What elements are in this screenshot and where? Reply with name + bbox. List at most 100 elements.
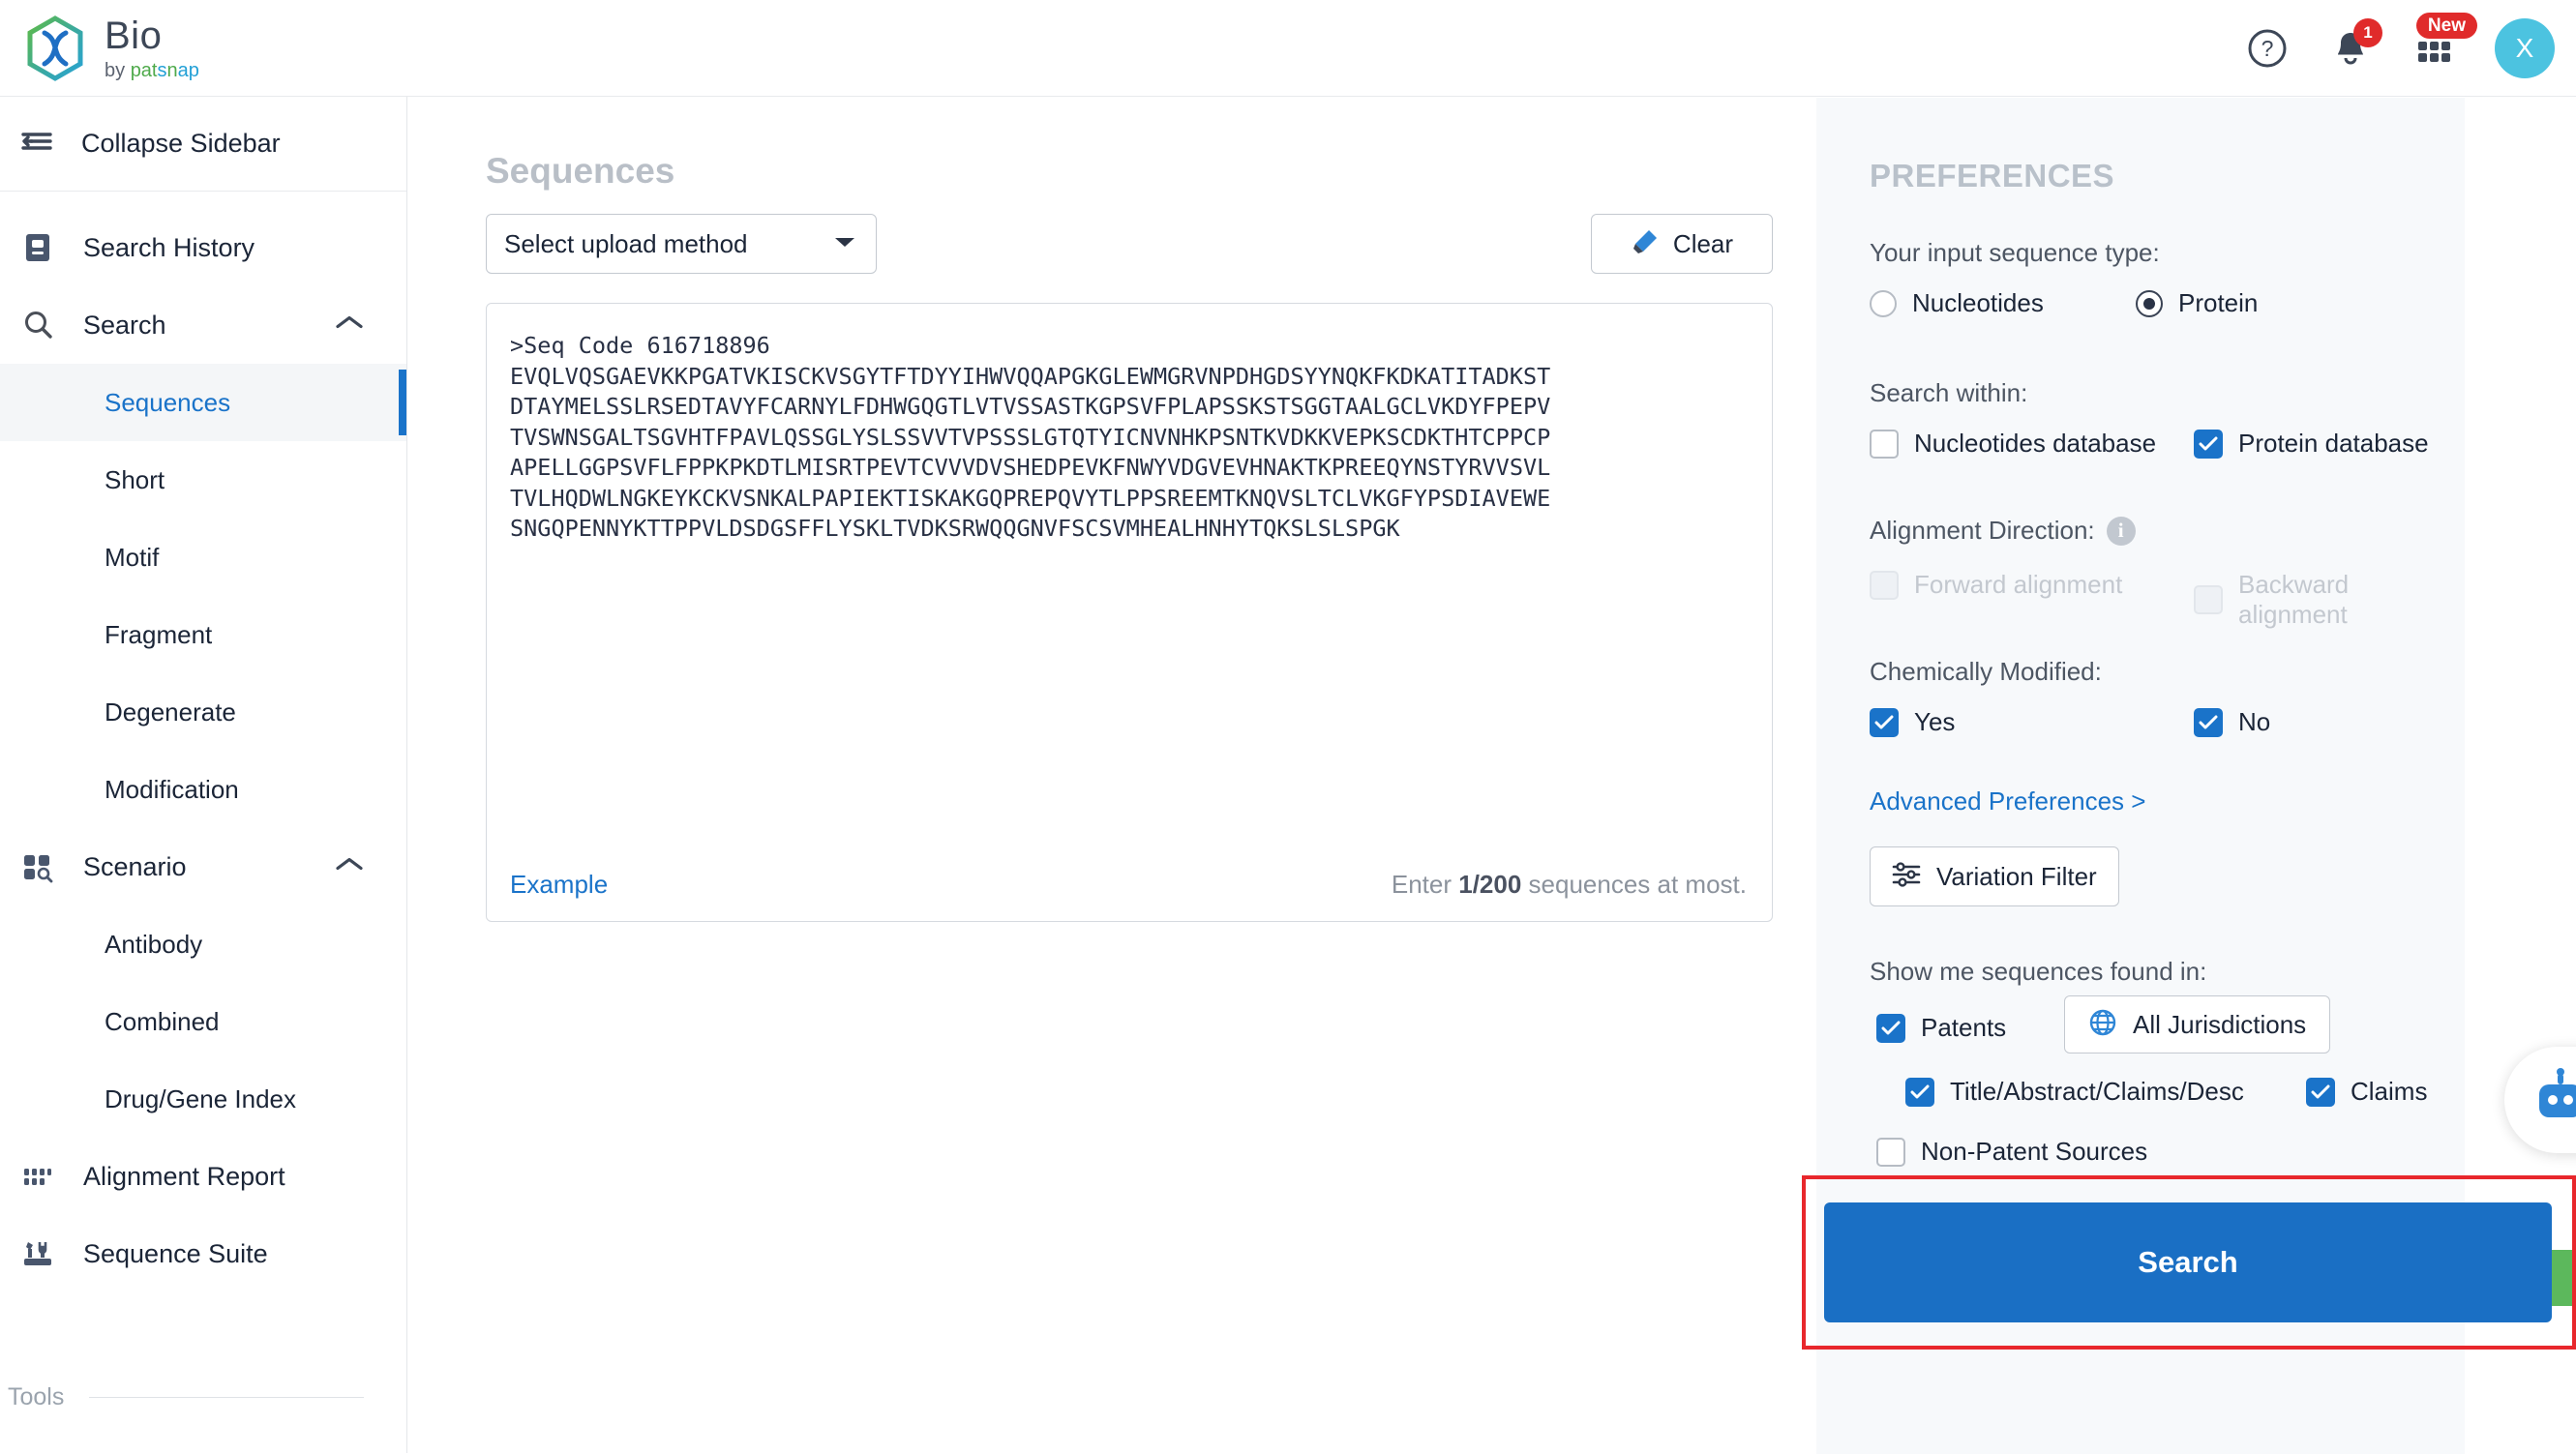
radio-circle-selected-icon bbox=[2136, 289, 2163, 317]
show-me-sequences-label: Show me sequences found in: bbox=[1870, 957, 2207, 986]
sidebar-label: Search History bbox=[83, 232, 255, 262]
checkbox-checked-icon bbox=[1870, 707, 1899, 737]
jurisdictions-label: All Jurisdictions bbox=[2133, 1009, 2307, 1039]
sidebar-item-fragment[interactable]: Fragment bbox=[0, 596, 406, 673]
checkbox-backward-alignment[interactable]: Backward alignment bbox=[2194, 570, 2465, 630]
filter-sliders-icon bbox=[1892, 861, 1921, 892]
upload-toolbar: Select upload method Clear bbox=[486, 214, 1773, 274]
brand-title: Bio bbox=[105, 14, 163, 57]
radio-protein[interactable]: Protein bbox=[2136, 288, 2258, 318]
checkbox-chem-no[interactable]: No bbox=[2194, 707, 2270, 737]
radio-nucleotides[interactable]: Nucleotides bbox=[1870, 288, 2044, 318]
checkbox-forward-alignment[interactable]: Forward alignment bbox=[1870, 570, 2122, 600]
checkbox-title-abstract-claims-desc[interactable]: Title/Abstract/Claims/Desc bbox=[1905, 1077, 2244, 1107]
sidebar-label: Combined bbox=[105, 1006, 220, 1036]
checkbox-nucleotides-database[interactable]: Nucleotides database bbox=[1870, 429, 2156, 459]
page-title: Sequences bbox=[486, 151, 675, 191]
sequence-count-hint: Enter 1/200 sequences at most. bbox=[1392, 870, 1747, 900]
new-feature-badge: New bbox=[2415, 12, 2477, 40]
count-suffix: sequences at most. bbox=[1521, 870, 1747, 899]
sequence-footer: Example Enter 1/200 sequences at most. bbox=[510, 870, 1747, 900]
sidebar-label: Motif bbox=[105, 542, 160, 572]
brand-logo-block[interactable]: Bio by patsnap bbox=[25, 15, 199, 81]
checkbox-chem-yes[interactable]: Yes bbox=[1870, 707, 1955, 737]
chemically-modified-label: Chemically Modified: bbox=[1870, 657, 2102, 686]
variation-filter-label: Variation Filter bbox=[1936, 861, 2097, 891]
advanced-preferences-link[interactable]: Advanced Preferences > bbox=[1870, 786, 2145, 816]
sidebar-group-scenario[interactable]: Scenario bbox=[0, 828, 406, 905]
sidebar-item-sequence-suite[interactable]: Sequence Suite bbox=[0, 1215, 406, 1292]
bio-hexagon-logo-icon bbox=[25, 15, 85, 81]
checkbox-non-patent-sources[interactable]: Non-Patent Sources bbox=[1876, 1137, 2147, 1167]
sidebar-label: Alignment Report bbox=[83, 1161, 285, 1191]
chevron-up-icon[interactable] bbox=[335, 856, 364, 878]
sidebar-label: Antibody bbox=[105, 929, 203, 959]
preferences-title: PREFERENCES bbox=[1870, 158, 2115, 193]
chevron-up-icon[interactable] bbox=[335, 314, 364, 337]
globe-icon bbox=[2088, 1008, 2117, 1042]
clear-button[interactable]: Clear bbox=[1591, 214, 1773, 274]
sidebar-item-motif[interactable]: Motif bbox=[0, 519, 406, 596]
apps-grid-icon[interactable]: New bbox=[2411, 12, 2477, 71]
columns-icon bbox=[21, 1160, 60, 1193]
collapse-sidebar-button[interactable]: Collapse Sidebar bbox=[0, 97, 406, 192]
search-button[interactable]: Search bbox=[1824, 1202, 2552, 1322]
chat-robot-icon bbox=[2539, 1068, 2576, 1117]
sequence-textarea[interactable]: >Seq Code 616718896 EVQLVQSGAEVKKPGATVKI… bbox=[510, 331, 1752, 545]
radio-label: Protein bbox=[2178, 288, 2259, 317]
sidebar-item-short[interactable]: Short bbox=[0, 441, 406, 519]
sidebar-item-sequences[interactable]: Sequences bbox=[0, 364, 406, 441]
checkbox-label: Patents bbox=[1921, 1013, 2007, 1042]
checkbox-patents[interactable]: Patents bbox=[1876, 1013, 2006, 1043]
chevron-down-icon bbox=[831, 233, 858, 255]
checkbox-claims[interactable]: Claims bbox=[2306, 1077, 2427, 1107]
jurisdictions-button[interactable]: All Jurisdictions bbox=[2064, 995, 2331, 1053]
count-prefix: Enter bbox=[1391, 870, 1459, 899]
avatar[interactable]: X bbox=[2495, 17, 2555, 78]
checkbox-icon bbox=[1876, 1137, 1905, 1167]
checkbox-label: Non-Patent Sources bbox=[1921, 1137, 2148, 1166]
sidebar-label: Drug/Gene Index bbox=[105, 1083, 297, 1113]
collapse-sidebar-icon bbox=[21, 127, 58, 161]
radio-circle-icon bbox=[1870, 289, 1897, 317]
checkbox-checked-icon bbox=[1876, 1013, 1905, 1043]
checkbox-label: Backward alignment bbox=[2237, 570, 2350, 629]
info-icon[interactable]: i bbox=[2106, 516, 2136, 546]
checkbox-checked-icon bbox=[2194, 707, 2223, 737]
sidebar-item-search-history[interactable]: Search History bbox=[0, 209, 406, 286]
checkbox-label: No bbox=[2238, 707, 2271, 736]
upload-method-select[interactable]: Select upload method bbox=[486, 214, 877, 274]
sidebar-group-search[interactable]: Search bbox=[0, 286, 406, 364]
app-header: Bio by patsnap ? 1 New X bbox=[0, 0, 2576, 97]
tools-section-label: Tools bbox=[8, 1383, 65, 1410]
magnifier-icon bbox=[21, 309, 60, 341]
upload-method-label: Select upload method bbox=[504, 228, 748, 258]
notifications-bell-icon[interactable]: 1 bbox=[2328, 17, 2382, 71]
sidebar-item-drug-gene-index[interactable]: Drug/Gene Index bbox=[0, 1060, 406, 1138]
sidebar-label: Fragment bbox=[105, 619, 213, 649]
sidebar-item-degenerate[interactable]: Degenerate bbox=[0, 673, 406, 751]
sidebar-item-combined[interactable]: Combined bbox=[0, 983, 406, 1060]
example-link[interactable]: Example bbox=[510, 870, 608, 900]
checkbox-label: Forward alignment bbox=[1914, 570, 2123, 599]
sequence-input-card[interactable]: >Seq Code 616718896 EVQLVQSGAEVKKPGATVKI… bbox=[486, 303, 1773, 922]
sidebar-label: Degenerate bbox=[105, 697, 236, 727]
sidebar-section-tools: Tools bbox=[0, 1383, 406, 1411]
variation-filter-button[interactable]: Variation Filter bbox=[1870, 846, 2119, 906]
sidebar-item-antibody[interactable]: Antibody bbox=[0, 905, 406, 983]
sidebar-label: Sequence Suite bbox=[83, 1238, 268, 1268]
brand-subtitle: by patsnap bbox=[105, 59, 199, 81]
radio-label: Nucleotides bbox=[1912, 288, 2044, 317]
count-value: 1/200 bbox=[1458, 870, 1522, 899]
checkbox-label: Title/Abstract/Claims/Desc bbox=[1950, 1077, 2244, 1106]
sidebar-item-alignment-report[interactable]: Alignment Report bbox=[0, 1138, 406, 1215]
notification-count-badge: 1 bbox=[2353, 17, 2382, 47]
help-icon[interactable]: ? bbox=[2245, 26, 2290, 71]
sidebar-label: Scenario bbox=[83, 851, 187, 881]
input-sequence-type-label: Your input sequence type: bbox=[1870, 238, 2160, 267]
checkbox-protein-database[interactable]: Protein database bbox=[2194, 429, 2429, 459]
sidebar-item-modification[interactable]: Modification bbox=[0, 751, 406, 828]
sidebar-label: Sequences bbox=[105, 387, 231, 417]
svg-text:?: ? bbox=[2261, 36, 2274, 61]
search-within-label: Search within: bbox=[1870, 378, 2028, 407]
